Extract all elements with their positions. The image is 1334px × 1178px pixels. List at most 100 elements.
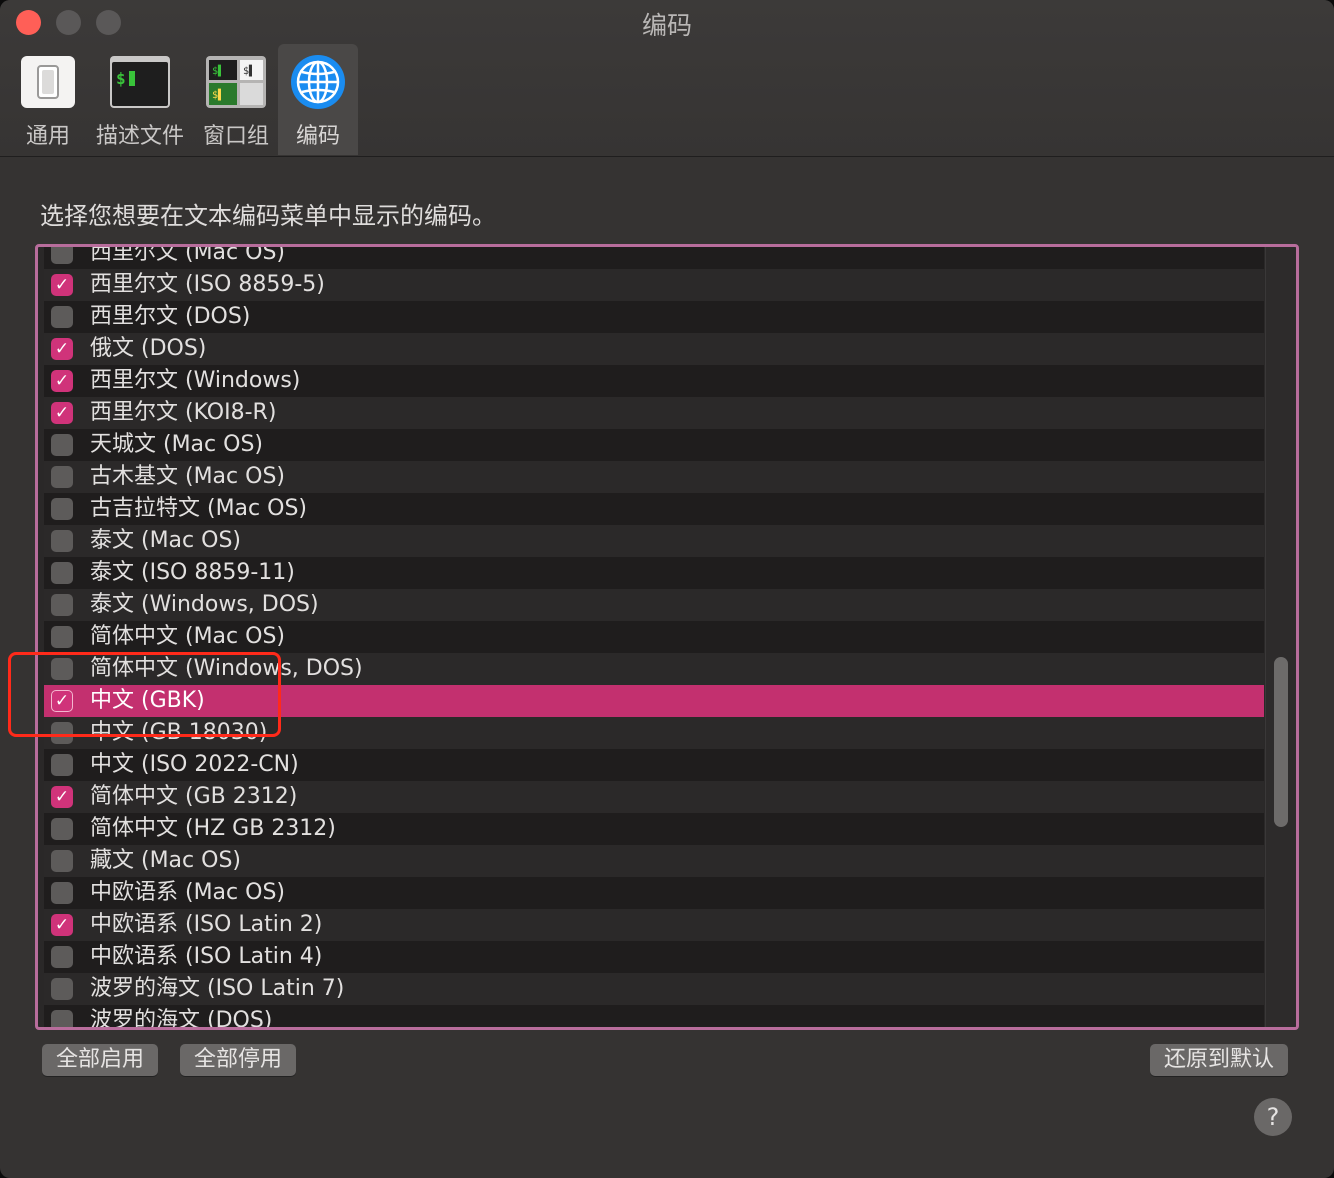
encoding-checkbox[interactable] [51, 466, 73, 488]
checkmark-icon: ✓ [54, 274, 70, 295]
svg-text:$▌: $▌ [212, 88, 224, 101]
disable-all-button[interactable]: 全部停用 [180, 1044, 297, 1076]
encoding-checkbox[interactable] [51, 978, 73, 1000]
encoding-row[interactable]: 简体中文 (HZ GB 2312) [44, 813, 1264, 845]
encoding-checkbox[interactable] [51, 562, 73, 584]
encoding-checkbox[interactable] [51, 850, 73, 872]
checkmark-icon: ✓ [54, 786, 70, 807]
encoding-checkbox[interactable]: ✓ [51, 370, 73, 392]
vertical-scrollbar[interactable] [1265, 247, 1296, 1027]
tab-general-label: 通用 [25, 124, 70, 149]
help-button[interactable]: ? [1254, 1098, 1292, 1136]
svg-text:$: $ [116, 69, 126, 88]
encoding-row[interactable]: 古木基文 (Mac OS) [44, 461, 1264, 493]
encoding-checkbox[interactable]: ✓ [51, 914, 73, 936]
instruction-text: 选择您想要在文本编码菜单中显示的编码。 [40, 202, 496, 230]
annotation-highlight [8, 652, 281, 737]
encoding-label: 西里尔文 (DOS) [90, 304, 251, 329]
encoding-label: 中欧语系 (ISO Latin 2) [90, 912, 323, 937]
encoding-checkbox[interactable] [51, 818, 73, 840]
preferences-window: 编码 通用 $ 描述文件 $▌ $▌ $▌ 窗口组 编码 选择您想要在文本编码菜… [0, 0, 1334, 1178]
encoding-row[interactable]: 波罗的海文 (DOS) [44, 1005, 1264, 1030]
encoding-checkbox[interactable]: ✓ [51, 338, 73, 360]
encoding-label: 古吉拉特文 (Mac OS) [90, 496, 307, 521]
encoding-checkbox[interactable] [51, 754, 73, 776]
encoding-row[interactable]: 西里尔文 (DOS) [44, 301, 1264, 333]
encoding-label: 波罗的海文 (ISO Latin 7) [90, 976, 345, 1001]
encoding-checkbox[interactable] [51, 626, 73, 648]
encoding-checkbox[interactable] [51, 247, 73, 264]
encoding-checkbox[interactable] [51, 882, 73, 904]
encoding-checkbox[interactable]: ✓ [51, 274, 73, 296]
encoding-label: 中欧语系 (Mac OS) [90, 880, 285, 905]
encoding-row[interactable]: 西里尔文 (Mac OS) [44, 244, 1264, 269]
encoding-list[interactable]: 西里尔文 (Mac OS) ✓ 西里尔文 (ISO 8859-5) 西里尔文 (DOS… [35, 244, 1299, 1030]
window-group-icon: $▌ $▌ $▌ [206, 54, 266, 110]
checkmark-icon: ✓ [54, 370, 70, 391]
encoding-label: 天城文 (Mac OS) [90, 432, 263, 457]
encoding-row[interactable]: ✓ 西里尔文 (KOI8-R) [44, 397, 1264, 429]
encoding-rows: 西里尔文 (Mac OS) ✓ 西里尔文 (ISO 8859-5) 西里尔文 (DOS… [44, 244, 1264, 1030]
encoding-checkbox[interactable] [51, 306, 73, 328]
switch-icon [18, 54, 78, 110]
restore-defaults-button[interactable]: 还原到默认 [1150, 1044, 1289, 1076]
encoding-label: 古木基文 (Mac OS) [90, 464, 285, 489]
encoding-row[interactable]: 波罗的海文 (ISO Latin 7) [44, 973, 1264, 1005]
encoding-label: 简体中文 (HZ GB 2312) [90, 816, 336, 841]
encoding-label: 西里尔文 (Windows) [90, 368, 301, 393]
tab-window-groups[interactable]: $▌ $▌ $▌ 窗口组 [200, 44, 272, 155]
encoding-checkbox[interactable]: ✓ [51, 402, 73, 424]
encoding-label: 中文 (ISO 2022-CN) [90, 752, 299, 777]
encoding-row[interactable]: 泰文 (ISO 8859-11) [44, 557, 1264, 589]
encoding-row[interactable]: ✓ 西里尔文 (Windows) [44, 365, 1264, 397]
globe-icon [288, 54, 348, 110]
checkmark-icon: ✓ [54, 338, 70, 359]
encoding-row[interactable]: 泰文 (Mac OS) [44, 525, 1264, 557]
encoding-label: 波罗的海文 (DOS) [90, 1008, 273, 1030]
encoding-checkbox[interactable] [51, 434, 73, 456]
encoding-row[interactable]: ✓ 俄文 (DOS) [44, 333, 1264, 365]
encoding-label: 藏文 (Mac OS) [90, 848, 241, 873]
tab-encodings-label: 编码 [295, 124, 340, 149]
encoding-checkbox[interactable] [51, 498, 73, 520]
window-title: 编码 [641, 11, 692, 40]
encoding-label: 西里尔文 (ISO 8859-5) [90, 272, 325, 297]
terminal-icon: $ [110, 54, 170, 110]
tab-profiles-label: 描述文件 [95, 124, 184, 149]
checkmark-icon: ✓ [54, 914, 70, 935]
encoding-checkbox[interactable] [51, 594, 73, 616]
encoding-row[interactable]: ✓ 简体中文 (GB 2312) [44, 781, 1264, 813]
encoding-label: 西里尔文 (KOI8-R) [90, 400, 277, 425]
encoding-label: 简体中文 (Mac OS) [90, 624, 285, 649]
encoding-checkbox[interactable] [51, 946, 73, 968]
svg-text:$▌: $▌ [212, 64, 224, 77]
checkmark-icon: ✓ [54, 402, 70, 423]
tab-profiles[interactable]: $ 描述文件 [94, 44, 186, 155]
encoding-label: 泰文 (Windows, DOS) [90, 592, 319, 617]
tab-window-groups-label: 窗口组 [202, 124, 269, 149]
encoding-row[interactable]: 泰文 (Windows, DOS) [44, 589, 1264, 621]
encoding-row[interactable]: 简体中文 (Mac OS) [44, 621, 1264, 653]
encoding-label: 中欧语系 (ISO Latin 4) [90, 944, 323, 969]
encoding-row[interactable]: 天城文 (Mac OS) [44, 429, 1264, 461]
scrollbar-thumb[interactable] [1274, 657, 1288, 827]
encoding-label: 西里尔文 (Mac OS) [90, 244, 285, 265]
svg-text:$▌: $▌ [243, 64, 255, 77]
encoding-checkbox[interactable] [51, 530, 73, 552]
encoding-checkbox[interactable] [51, 1010, 73, 1027]
tab-encodings[interactable]: 编码 [278, 44, 358, 155]
encoding-row[interactable]: 中文 (ISO 2022-CN) [44, 749, 1264, 781]
encoding-checkbox[interactable]: ✓ [51, 786, 73, 808]
encoding-row[interactable]: ✓ 中欧语系 (ISO Latin 2) [44, 909, 1264, 941]
tab-general[interactable]: 通用 [14, 44, 82, 155]
titlebar: 编码 通用 $ 描述文件 $▌ $▌ $▌ 窗口组 编码 [0, 0, 1334, 157]
encoding-row[interactable]: ✓ 西里尔文 (ISO 8859-5) [44, 269, 1264, 301]
enable-all-button[interactable]: 全部启用 [42, 1044, 159, 1076]
encoding-label: 泰文 (ISO 8859-11) [90, 560, 295, 585]
encoding-row[interactable]: 古吉拉特文 (Mac OS) [44, 493, 1264, 525]
encoding-row[interactable]: 中欧语系 (Mac OS) [44, 877, 1264, 909]
encoding-row[interactable]: 中欧语系 (ISO Latin 4) [44, 941, 1264, 973]
encoding-label: 泰文 (Mac OS) [90, 528, 241, 553]
encoding-label: 俄文 (DOS) [90, 336, 207, 361]
encoding-row[interactable]: 藏文 (Mac OS) [44, 845, 1264, 877]
